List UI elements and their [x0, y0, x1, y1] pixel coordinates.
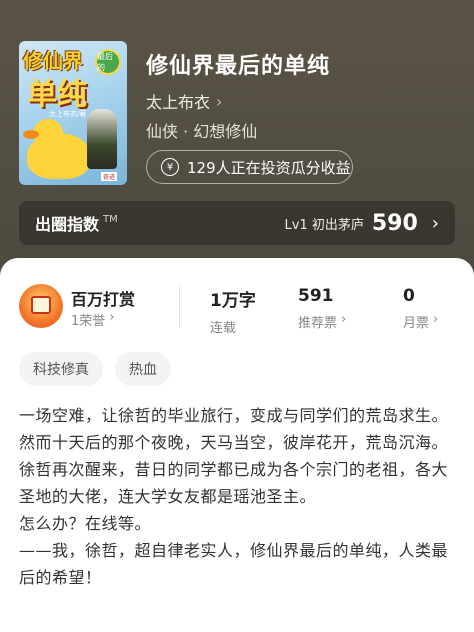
stat-label: 月票 — [403, 316, 430, 331]
book-header: 修仙界 最后的 单纯 太上布衣/著 奇迹 修仙界最后的单纯 太上布衣 › 仙侠 … — [0, 0, 474, 270]
book-description: 一场空难，让徐哲的毕业旅行，变成与同学们的荒岛求生。 然而十天后的那个夜晚，天马… — [19, 402, 459, 591]
cover-tag: 最后的 — [95, 49, 121, 75]
stat-recommend-votes[interactable]: 591 推荐票 › — [298, 286, 346, 331]
index-level: Lv1 初出茅庐 — [284, 217, 364, 233]
chevron-right-icon: › — [341, 312, 347, 327]
duck-beak-illustration — [23, 130, 39, 139]
stat-monthly-votes[interactable]: 0 月票 › — [403, 286, 438, 331]
invest-text: 129人正在投资瓜分收益 — [187, 158, 351, 177]
hero-illustration — [87, 109, 117, 169]
stats-row: 百万打赏 1荣誉 › 1万字 连载 591 推荐票 › 0 月票 › — [0, 280, 474, 336]
book-info-panel: 百万打赏 1荣誉 › 1万字 连载 591 推荐票 › 0 月票 › 科技修真 热血… — [0, 258, 474, 632]
description-paragraph: ——我，徐哲，超自律老实人，修仙界最后的单纯，人类最后的希望！ — [19, 541, 449, 587]
book-cover-image[interactable]: 修仙界 最后的 单纯 太上布衣/著 奇迹 — [19, 41, 127, 185]
stat-value: 0 — [403, 286, 415, 306]
book-genre: 仙侠 · 幻想修仙 — [146, 122, 258, 141]
reward-honor[interactable]: 1荣誉 › — [71, 310, 114, 329]
trademark-mark: TM — [103, 213, 118, 225]
book-title: 修仙界最后的单纯 — [146, 54, 331, 79]
invest-button[interactable]: ¥ 129人正在投资瓜分收益 — [146, 150, 353, 184]
reward-badge-icon[interactable] — [19, 284, 63, 328]
index-label: 出圈指数 — [35, 215, 100, 234]
description-paragraph: 一场空难，让徐哲的毕业旅行，变成与同学们的荒岛求生。 — [19, 406, 449, 425]
description-paragraph: 怎么办？在线等。 — [19, 514, 152, 533]
tag-chip[interactable]: 热血 — [115, 352, 171, 386]
author-name: 太上布衣 — [146, 93, 211, 112]
cover-title-bottom: 单纯 — [27, 77, 87, 112]
yen-coin-icon: ¥ — [161, 158, 179, 176]
stat-value: 591 — [298, 286, 334, 306]
description-paragraph: 然而十天后的那个夜晚，天马当空，彼岸花开，荒岛沉海。 — [19, 433, 449, 452]
stat-value: 1万字 — [210, 291, 256, 311]
reward-name[interactable]: 百万打赏 — [71, 286, 135, 310]
reward-honor-text: 1荣誉 — [71, 314, 106, 329]
tag-chip[interactable]: 科技修真 — [19, 352, 103, 386]
tag-list: 科技修真 热血 — [19, 352, 171, 386]
index-score: 590 — [371, 210, 418, 236]
publisher-logo: 奇迹 — [100, 172, 117, 181]
stat-label: 推荐票 — [298, 316, 338, 331]
popularity-index-bar[interactable]: 出圈指数 TM Lv1 初出茅庐 590 › — [19, 201, 455, 245]
chevron-right-icon: › — [431, 212, 439, 234]
cover-author: 太上布衣/著 — [49, 110, 87, 118]
stat-word-count: 1万字 连载 — [210, 286, 256, 336]
author-link[interactable]: 太上布衣 › — [146, 89, 222, 113]
chevron-right-icon: › — [109, 310, 115, 325]
stat-label: 连载 — [210, 321, 237, 336]
chevron-right-icon: › — [433, 312, 439, 327]
divider — [179, 286, 180, 328]
chevron-right-icon: › — [216, 91, 223, 111]
description-paragraph: 徐哲再次醒来，昔日的同学都已成为各个宗门的老祖，各大圣地的大佬，连大学女友都是瑶… — [19, 460, 449, 506]
